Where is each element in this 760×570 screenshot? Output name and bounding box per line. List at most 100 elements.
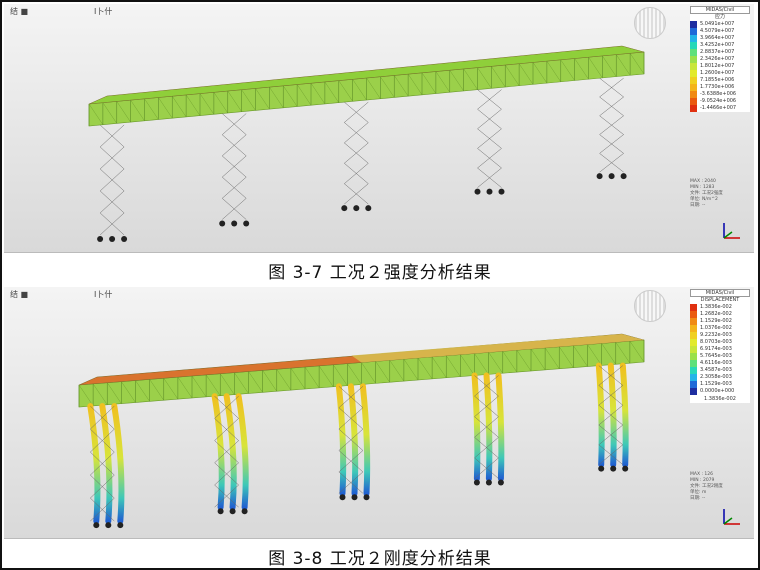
panel1-legend-title: 应力 [714, 14, 725, 20]
pier-base [363, 494, 370, 501]
legend-swatch [690, 21, 697, 28]
legend-value: 4.6116e-003 [700, 360, 732, 366]
legend-row: 1.0376e-002 [690, 325, 750, 332]
legend-swatch [690, 360, 697, 367]
legend-value: 5.7645e-003 [700, 353, 732, 359]
pier-column [483, 372, 493, 482]
pier-base [217, 508, 224, 515]
panel1-legend-head: MIDAS/Civil [690, 6, 750, 14]
panel2-legend-scale: 1.3836e-002 1.2682e-002 1.1529e-002 1.0376e… [690, 304, 750, 395]
pier-base [105, 522, 112, 529]
legend-swatch [690, 304, 697, 311]
legend-row: -3.6388e+006 [690, 91, 750, 98]
legend-value: 1.3836e-002 [700, 304, 732, 310]
legend-swatch [690, 353, 697, 360]
panel2-legend-head: MIDAS/Civil [690, 289, 750, 297]
legend-value: 1.0376e-002 [700, 325, 732, 331]
legend-row: 8.0703e-003 [690, 339, 750, 346]
pier-base [365, 205, 372, 212]
legend-swatch [690, 49, 697, 56]
panel2-legend-title: DISPLACEMENT [700, 297, 740, 303]
pier-base [121, 235, 128, 242]
pier-base [353, 205, 360, 212]
pier-base [341, 205, 348, 212]
legend-row: 4.6116e-003 [690, 360, 750, 367]
pier-base [474, 188, 481, 195]
legend-row: 3.4252e+007 [690, 42, 750, 49]
pier-base [473, 479, 480, 486]
legend-swatch [690, 346, 697, 353]
legend-swatch [690, 105, 697, 112]
legend-row: 3.9664e+007 [690, 35, 750, 42]
legend-value: 1.2600e+007 [700, 70, 735, 76]
legend-row: 1.1529e-003 [690, 381, 750, 388]
legend-value: 1.1529e-003 [700, 381, 732, 387]
legend-value: 3.4587e-003 [700, 367, 732, 373]
legend-value: -3.6388e+006 [700, 91, 737, 97]
bridge-model-displacement [78, 333, 645, 529]
legend-row: 1.7730e+006 [690, 84, 750, 91]
legend-row: 1.1529e-002 [690, 318, 750, 325]
info-line: 日期: -- [690, 203, 706, 208]
legend-swatch [690, 91, 697, 98]
legend-swatch [690, 325, 697, 332]
legend-value: 2.3426e+007 [700, 56, 735, 62]
legend-row: 2.3426e+007 [690, 56, 750, 63]
pier-column [619, 362, 629, 468]
legend-swatch [690, 70, 697, 77]
pier-column [335, 383, 347, 497]
legend-value: 1.1529e-002 [700, 318, 732, 324]
pier-base [219, 220, 226, 227]
axis-triad-icon [723, 223, 740, 239]
legend-value: 7.1855e+006 [700, 77, 735, 83]
legend-row: -1.4466e+007 [690, 105, 750, 112]
pier-column [595, 362, 605, 468]
legend-row: 9.2232e-003 [690, 332, 750, 339]
legend-row: 4.5079e+007 [690, 28, 750, 35]
legend-swatch [690, 388, 697, 395]
pier-base [608, 173, 615, 180]
legend-value: -9.0524e+006 [700, 98, 737, 104]
legend-swatch [690, 374, 697, 381]
pier-base [620, 173, 627, 180]
legend-value: 4.5079e+007 [700, 28, 735, 34]
pier-base [610, 465, 617, 472]
panel1-info: MAX : 2040 MIN : 1283 文件: 工况2强度 单位: N/m^2 日期… [690, 179, 748, 209]
legend-row: 2.8837e+007 [690, 49, 750, 56]
pier-base [339, 494, 346, 501]
legend-value: 1.8012e+007 [700, 63, 735, 69]
legend-value: -1.4466e+007 [700, 105, 737, 111]
pier-base [241, 508, 248, 515]
pier-column [495, 372, 505, 482]
legend-value: 2.8837e+007 [700, 49, 735, 55]
legend-row: 3.4587e-003 [690, 367, 750, 374]
legend-row: 5.0491e+007 [690, 21, 750, 28]
panel1-legend: MIDAS/Civil 应力 5.0491e+007 4.5079e+007 3.9… [690, 6, 750, 112]
legend-value: 1.7730e+006 [700, 84, 735, 90]
pier-base [596, 173, 603, 180]
legend-value: 3.4252e+007 [700, 42, 735, 48]
legend-swatch [690, 42, 697, 49]
pier-base [485, 479, 492, 486]
legend-value: 8.0703e-003 [700, 339, 732, 345]
pier-base [622, 465, 629, 472]
legend-row: 1.2600e+007 [690, 70, 750, 77]
pier-column [347, 383, 359, 497]
legend-value: 5.0491e+007 [700, 21, 735, 27]
pier-base [93, 522, 100, 529]
pier-column [235, 393, 249, 511]
pier-base [598, 465, 605, 472]
pier-base [351, 494, 358, 501]
legend-value: 2.3058e-003 [700, 374, 732, 380]
pier-base [117, 522, 124, 529]
figure-3-7-caption: 图 3-7 工况２强度分析结果 [268, 263, 492, 283]
legend-swatch [690, 35, 697, 42]
figure-3-8-panel: 结 ■ Ⅰ卜什 MIDAS/Civil DISPLACEMENT 1.3836e… [4, 287, 754, 539]
pier-base [497, 479, 504, 486]
legend-value: 9.2232e-003 [700, 332, 732, 338]
legend-swatch [690, 56, 697, 63]
software-logo [634, 290, 666, 322]
pier-base [229, 508, 236, 515]
legend-swatch [690, 63, 697, 70]
bridge-model-stress [88, 45, 645, 242]
